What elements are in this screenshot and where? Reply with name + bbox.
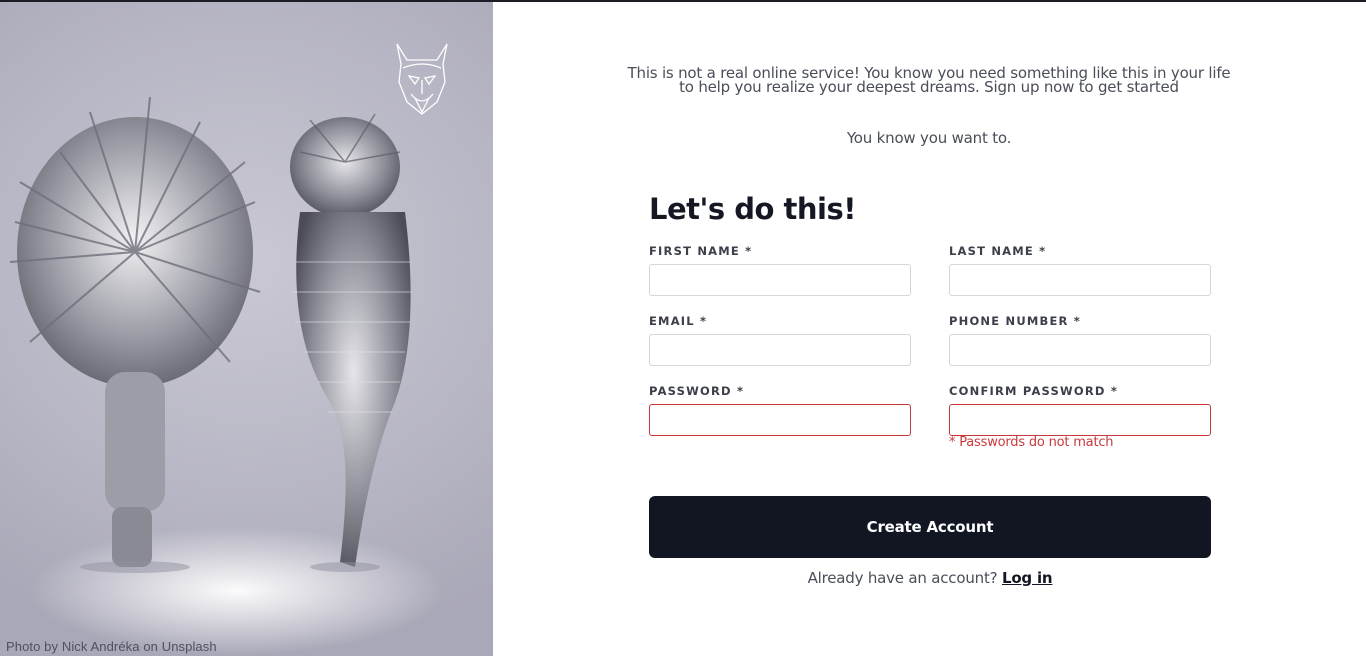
first-name-label: FIRST NAME * (649, 244, 753, 258)
first-name-field: FIRST NAME * (649, 244, 911, 296)
confirm-password-label: CONFIRM PASSWORD * (949, 384, 1119, 398)
login-link[interactable]: Log in (1002, 569, 1053, 587)
create-account-button[interactable]: Create Account (649, 496, 1211, 558)
email-input[interactable] (649, 334, 911, 366)
email-label: EMAIL * (649, 314, 708, 328)
password-field: PASSWORD * (649, 384, 911, 436)
login-prompt-text: Already have an account? (807, 569, 998, 587)
intro-line-2: to help you realize your deepest dreams.… (679, 78, 1179, 96)
email-field: EMAIL * (649, 314, 911, 366)
photo-credit: Photo by Nick Andréka on Unsplash (6, 639, 217, 654)
password-mismatch-error: * Passwords do not match (949, 435, 1114, 450)
phone-field: PHONE NUMBER * (949, 314, 1211, 366)
tagline: You know you want to. (846, 129, 1012, 147)
confirm-password-input[interactable] (949, 404, 1211, 436)
phone-label: PHONE NUMBER * (949, 314, 1082, 328)
confirm-password-field: CONFIRM PASSWORD * (949, 384, 1211, 436)
login-prompt: Already have an account? Log in (649, 569, 1211, 587)
signup-content: This is not a real online service! You k… (493, 2, 1366, 656)
left-figure (9, 96, 261, 567)
last-name-field: LAST NAME * (949, 244, 1211, 296)
hero-image-panel: Photo by Nick Andréka on Unsplash (0, 2, 493, 656)
password-input[interactable] (649, 404, 911, 436)
viking-helmet-logo-icon (396, 43, 448, 115)
password-label: PASSWORD * (649, 384, 745, 398)
right-figure (290, 113, 412, 567)
first-name-input[interactable] (649, 264, 911, 296)
phone-input[interactable] (949, 334, 1211, 366)
last-name-input[interactable] (949, 264, 1211, 296)
intro-text: This is not a real online service! You k… (623, 66, 1235, 96)
last-name-label: LAST NAME * (949, 244, 1047, 258)
form-title: Let's do this! (649, 192, 856, 226)
